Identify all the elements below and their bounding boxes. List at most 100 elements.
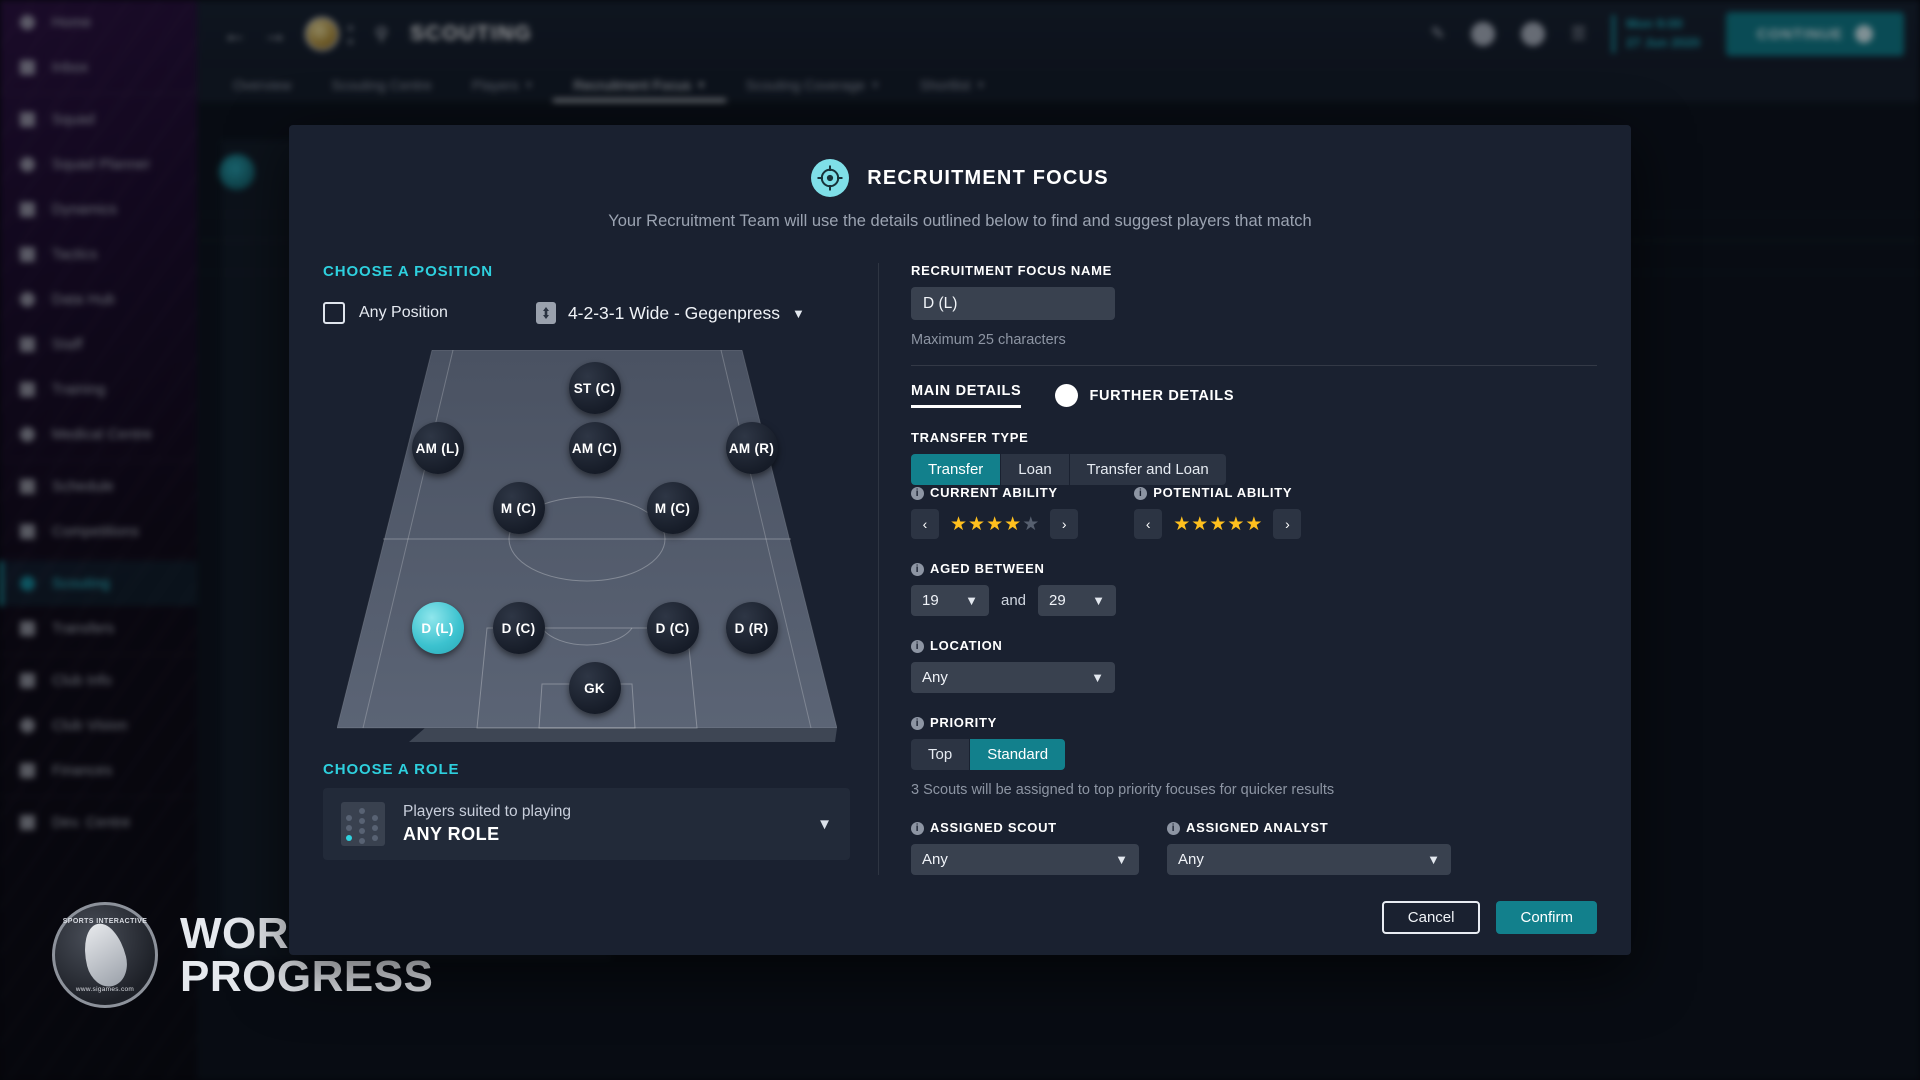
cancel-button[interactable]: Cancel [1381, 901, 1481, 934]
star-icon: ★ [1227, 513, 1245, 535]
pitch-position-d-l[interactable]: D (L) [411, 602, 464, 654]
dialog-actions: Cancel Confirm [289, 875, 1631, 934]
pitch-position-label: D (L) [421, 620, 454, 636]
pitch-position-d-r[interactable]: D (R) [725, 602, 778, 654]
priority-segmented[interactable]: Top Standard [911, 739, 1597, 770]
info-icon[interactable]: i [911, 487, 924, 500]
app-root: Home Inbox Squad Squad Planner Dynamics Tacti… [0, 0, 1920, 1080]
location-select[interactable]: Any ▼ [911, 662, 1115, 693]
age-min-select[interactable]: 19 ▼ [911, 585, 989, 616]
info-icon[interactable]: i [911, 822, 924, 835]
pitch-position-label: AM (L) [415, 440, 460, 456]
current-ability-prev-button[interactable]: ‹ [911, 509, 939, 539]
tab-main-details[interactable]: MAIN DETAILS [911, 383, 1021, 408]
pitch-position-label: AM (C) [571, 440, 618, 456]
assigned-analyst-block: i ASSIGNED ANALYST Any ▼ [1167, 820, 1451, 875]
potential-ability-next-button[interactable]: › [1273, 509, 1302, 539]
position-column: CHOOSE A POSITION Any Position 4-2-3-1 W… [323, 263, 879, 875]
pitch-position-label: D (C) [655, 620, 690, 636]
chevron-down-icon: ▼ [817, 815, 832, 833]
priority-option-top[interactable]: Top [911, 739, 970, 770]
info-icon[interactable]: i [1167, 822, 1180, 835]
priority-group: i PRIORITY Top Standard 3 Scouts will be a… [911, 715, 1597, 798]
dialog-title: RECRUITMENT FOCUS [867, 166, 1109, 189]
target-crosshair-icon [811, 159, 850, 197]
star-icon: ★ [1191, 513, 1209, 535]
role-grid-icon [341, 802, 385, 846]
formation-dropdown[interactable]: 4-2-3-1 Wide - Gegenpress ▼ [535, 302, 805, 324]
any-position-label: Any Position [359, 304, 448, 321]
assigned-scout-value: Any [922, 851, 948, 868]
location-value: Any [922, 669, 948, 686]
pitch-position-m-c[interactable]: M (C) [646, 482, 699, 534]
focus-name-hint: Maximum 25 characters [911, 332, 1066, 348]
info-icon[interactable]: i [911, 717, 924, 730]
assigned-analyst-value: Any [1178, 851, 1204, 868]
pitch-position-label: AM (R) [728, 440, 775, 456]
transfer-type-option-loan[interactable]: Loan [1001, 454, 1069, 485]
pitch-position-am-l[interactable]: AM (L) [411, 422, 464, 474]
star-icon: ★ [968, 513, 986, 535]
transfer-type-option-transfer[interactable]: Transfer [911, 454, 1001, 485]
pitch-position-am-c[interactable]: AM (C) [568, 422, 621, 474]
assigned-scout-select[interactable]: Any ▼ [911, 844, 1139, 875]
chevron-down-icon: ▼ [965, 593, 978, 608]
confirm-button[interactable]: Confirm [1496, 901, 1597, 934]
focus-name-input[interactable]: D (L) [911, 287, 1115, 320]
any-position-checkbox[interactable] [323, 302, 345, 324]
pitch-position-label: D (C) [501, 620, 536, 636]
recruitment-focus-dialog: RECRUITMENT FOCUS Your Recruitment Team … [289, 125, 1631, 955]
role-prefix: Players suited to playing [403, 803, 572, 820]
tab-further-details[interactable]: FURTHER DETAILS [1089, 388, 1234, 404]
info-icon[interactable]: i [911, 640, 924, 653]
age-min-value: 19 [922, 592, 939, 609]
star-icon: ★ [1209, 513, 1227, 535]
pitch-position-st-c[interactable]: ST (C) [568, 362, 621, 414]
info-icon[interactable]: i [911, 563, 924, 576]
pitch-position-label: ST (C) [573, 380, 616, 396]
transfer-type-option-transfer-and-loan[interactable]: Transfer and Loan [1069, 454, 1226, 485]
potential-ability-block: i POTENTIAL ABILITY ‹ ★ ★ ★ ★ ★ › [1134, 485, 1302, 539]
info-icon[interactable]: i [1134, 487, 1148, 500]
focus-name-value: D (L) [923, 294, 958, 312]
current-ability-label: i CURRENT ABILITY [911, 485, 1078, 500]
pitch-position-gk[interactable]: GK [568, 662, 621, 714]
badge-bottom-text: www.sigames.com [75, 986, 135, 993]
watermark-line-2: PROGRESS [180, 952, 434, 1001]
transfer-type-label: TRANSFER TYPE [911, 430, 1029, 445]
transfer-type-segmented[interactable]: Transfer Loan Transfer and Loan [911, 454, 1597, 485]
ability-group: i CURRENT ABILITY ‹ ★ ★ ★ ★ ★ › i POTENTIAL AB… [911, 485, 1597, 539]
pitch-position-am-r[interactable]: AM (R) [725, 422, 778, 474]
further-details-indicator-icon [1055, 384, 1079, 407]
dialog-subtitle: Your Recruitment Team will use the detai… [608, 212, 1312, 230]
location-group: i LOCATION Any ▼ [911, 638, 1597, 693]
age-max-select[interactable]: 29 ▼ [1038, 585, 1117, 616]
formation-pitch[interactable]: ST (C) AM (L) AM (C) AM (R) M (C) M (C) D (L) D… [336, 350, 837, 745]
chevron-down-icon: ▼ [1115, 852, 1128, 867]
pitch-position-label: GK [584, 680, 605, 696]
potential-ability-label: i POTENTIAL ABILITY [1134, 485, 1301, 500]
aged-between-label: i AGED BETWEEN [911, 561, 1597, 576]
assigned-scout-block: i ASSIGNED SCOUT Any ▼ [911, 820, 1139, 875]
role-selector[interactable]: Players suited to playing ANY ROLE ▼ [323, 788, 850, 860]
position-controls-row: Any Position 4-2-3-1 Wide - Gegenpress ▼ [323, 302, 850, 324]
current-ability-block: i CURRENT ABILITY ‹ ★ ★ ★ ★ ★ › [911, 485, 1079, 539]
assigned-analyst-select[interactable]: Any ▼ [1167, 844, 1451, 875]
priority-hint: 3 Scouts will be assigned to top priorit… [911, 782, 1335, 798]
pitch-position-d-c[interactable]: D (C) [492, 602, 545, 654]
assigned-analyst-label: i ASSIGNED ANALYST [1167, 820, 1451, 835]
location-label: i LOCATION [911, 638, 1597, 653]
pitch-position-d-c[interactable]: D (C) [646, 602, 699, 654]
star-icon: ★ [1022, 513, 1040, 535]
updown-arrow-icon [535, 302, 556, 324]
priority-option-standard[interactable]: Standard [970, 739, 1066, 770]
pitch-position-m-c[interactable]: M (C) [492, 482, 545, 534]
chevron-down-icon: ▼ [791, 305, 805, 321]
star-icon: ★ [950, 513, 968, 535]
star-icon: ★ [1245, 513, 1263, 535]
current-ability-stars: ★ ★ ★ ★ ★ [939, 515, 1050, 534]
potential-ability-prev-button[interactable]: ‹ [1134, 509, 1163, 539]
chevron-down-icon: ▼ [1091, 670, 1104, 685]
current-ability-next-button[interactable]: › [1050, 509, 1079, 539]
formation-name: 4-2-3-1 Wide - Gegenpress [567, 302, 780, 323]
